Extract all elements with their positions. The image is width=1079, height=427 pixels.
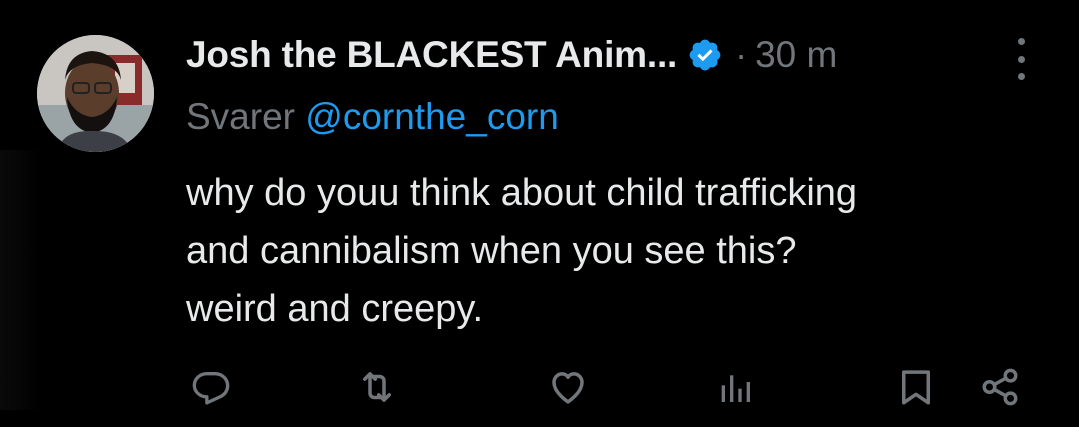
avatar-image — [37, 35, 154, 152]
reply-handle-link[interactable]: @cornthe_corn — [305, 96, 559, 137]
display-name[interactable]: Josh the BLACKEST Anim... — [186, 34, 677, 76]
bookmark-button[interactable] — [891, 362, 941, 412]
reply-icon — [192, 372, 230, 405]
retweet-button[interactable] — [352, 362, 402, 412]
action-bar — [0, 362, 1079, 412]
avatar[interactable] — [37, 35, 154, 152]
tweet[interactable]: Josh the BLACKEST Anim... · 30 m Svarer … — [0, 0, 1079, 427]
like-button[interactable] — [543, 362, 593, 412]
header-separator: · — [735, 34, 748, 75]
like-icon — [552, 372, 584, 404]
share-button[interactable] — [975, 362, 1025, 412]
verified-badge-icon — [687, 37, 723, 73]
retweet-icon — [363, 372, 391, 402]
tweet-header: Josh the BLACKEST Anim... · 30 m — [186, 30, 837, 80]
views-icon — [721, 375, 750, 402]
reply-button[interactable] — [186, 362, 236, 412]
timestamp[interactable]: 30 m — [755, 34, 837, 76]
views-button[interactable] — [710, 362, 760, 412]
more-options-icon[interactable] — [1008, 38, 1034, 80]
bookmark-icon — [902, 370, 930, 405]
reply-prefix: Svarer — [186, 96, 295, 137]
reply-context: Svarer @cornthe_corn — [186, 96, 559, 138]
share-icon — [982, 368, 1018, 406]
tweet-text: why do youu think about child traffickin… — [186, 172, 858, 330]
